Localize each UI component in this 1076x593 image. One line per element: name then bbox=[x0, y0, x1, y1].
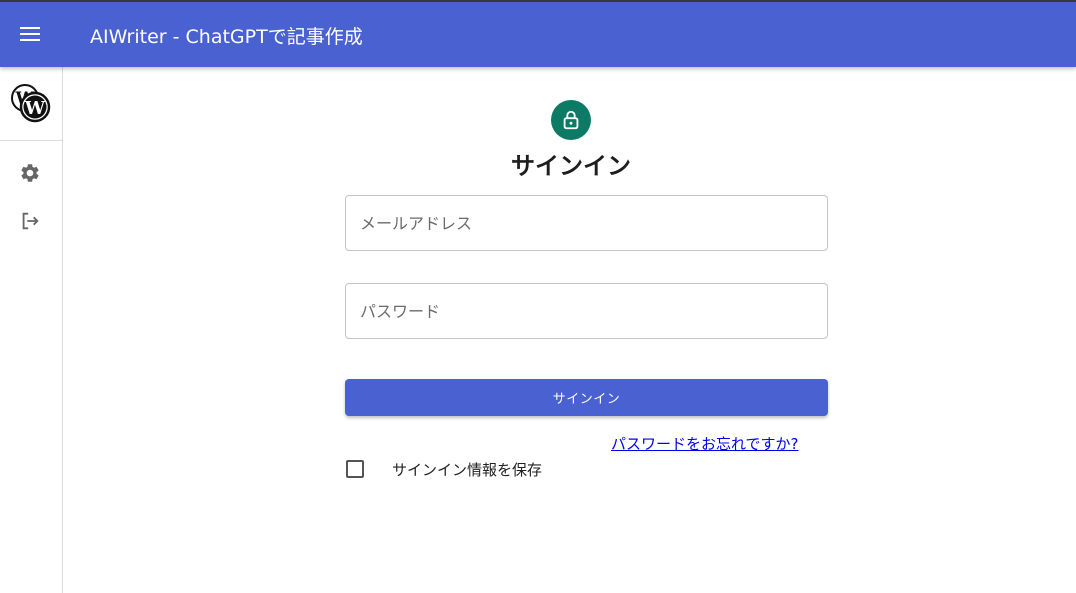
logout-icon bbox=[22, 212, 39, 230]
password-field[interactable] bbox=[345, 283, 828, 339]
menu-button[interactable] bbox=[10, 14, 50, 54]
forgot-password-link[interactable]: パスワードをお忘れですか? bbox=[611, 433, 799, 454]
app-title: AIWriter - ChatGPTで記事作成 bbox=[90, 26, 363, 48]
sidebar-item-settings[interactable] bbox=[15, 158, 45, 188]
sidebar-item-logout[interactable] bbox=[15, 206, 45, 236]
app-bar: AIWriter - ChatGPTで記事作成 bbox=[0, 2, 1076, 67]
signin-button[interactable]: サインイン bbox=[345, 379, 828, 416]
remember-me-checkbox[interactable] bbox=[346, 460, 364, 478]
sidebar-item-wordpress[interactable]: W W bbox=[10, 83, 54, 127]
sidebar: W W bbox=[0, 67, 63, 593]
lock-avatar bbox=[551, 100, 591, 140]
hamburger-menu-icon bbox=[20, 27, 40, 41]
gear-icon bbox=[21, 164, 39, 182]
wordpress-icon: W W bbox=[11, 84, 51, 123]
lock-icon bbox=[563, 110, 579, 130]
password-input[interactable] bbox=[346, 284, 827, 338]
sidebar-divider bbox=[0, 140, 62, 141]
email-input[interactable] bbox=[346, 196, 827, 250]
email-field[interactable] bbox=[345, 195, 828, 251]
remember-me-label: サインイン情報を保存 bbox=[392, 461, 543, 479]
page-title: サインイン bbox=[511, 152, 631, 180]
svg-text:W: W bbox=[24, 98, 46, 119]
